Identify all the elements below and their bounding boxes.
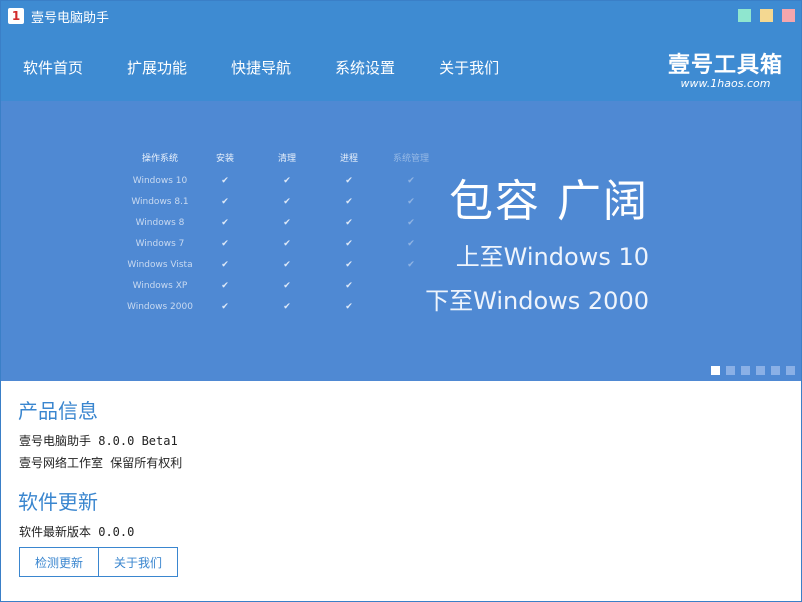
table-header-sysmgmt: 系统管理 bbox=[392, 154, 429, 164]
nav-item-shortcuts[interactable]: 快捷导航 bbox=[231, 57, 291, 78]
check-icon: ✔ bbox=[407, 238, 415, 249]
product-copyright: 壹号网络工作室 保留所有权利 bbox=[19, 456, 183, 470]
table-row: Windows XP ✔ ✔ ✔ bbox=[126, 275, 442, 296]
check-icon: ✔ bbox=[283, 301, 291, 312]
update-buttons: 检测更新 关于我们 bbox=[19, 547, 178, 577]
about-us-button[interactable]: 关于我们 bbox=[99, 547, 178, 577]
close-button[interactable] bbox=[782, 9, 795, 22]
table-header-process: 进程 bbox=[339, 154, 358, 164]
table-header-clean: 清理 bbox=[277, 154, 296, 164]
check-icon: ✔ bbox=[221, 301, 229, 312]
product-version: 壹号电脑助手 8.0.0 Beta1 bbox=[19, 434, 178, 448]
window-title: 壹号电脑助手 bbox=[31, 11, 110, 26]
table-row: Windows Vista ✔ ✔ ✔ ✔ bbox=[126, 254, 442, 275]
check-icon: ✔ bbox=[221, 175, 229, 186]
check-icon: ✔ bbox=[407, 217, 415, 228]
os-name: Windows Vista bbox=[127, 259, 193, 270]
check-icon: ✔ bbox=[221, 196, 229, 207]
check-icon: ✔ bbox=[345, 280, 353, 291]
check-update-button[interactable]: 检测更新 bbox=[19, 547, 99, 577]
os-name: Windows 8.1 bbox=[131, 196, 189, 207]
carousel-dot-6[interactable] bbox=[786, 366, 795, 375]
check-icon: ✔ bbox=[345, 238, 353, 249]
check-icon: ✔ bbox=[283, 259, 291, 270]
nav-item-about[interactable]: 关于我们 bbox=[439, 57, 499, 78]
main-nav: 软件首页 扩展功能 快捷导航 系统设置 关于我们 bbox=[1, 57, 521, 78]
check-icon: ✔ bbox=[345, 259, 353, 270]
os-name: Windows 8 bbox=[135, 217, 185, 228]
os-name: Windows 2000 bbox=[127, 301, 193, 312]
banner-headline: 包容 广阔 bbox=[449, 176, 649, 227]
check-icon: ✔ bbox=[221, 259, 229, 270]
carousel-dot-1[interactable] bbox=[711, 366, 720, 375]
banner-line-1: 上至Windows 10 bbox=[455, 243, 649, 271]
brand-name: 壹号工具箱 bbox=[667, 53, 783, 78]
check-icon: ✔ bbox=[283, 217, 291, 228]
os-name: Windows 7 bbox=[135, 238, 185, 249]
app-icon: 1 bbox=[8, 8, 24, 24]
check-icon: ✔ bbox=[283, 175, 291, 186]
carousel-dot-5[interactable] bbox=[771, 366, 780, 375]
banner-line-2: 下至Windows 2000 bbox=[425, 287, 649, 315]
check-icon: ✔ bbox=[283, 196, 291, 207]
table-header-install: 安装 bbox=[215, 154, 234, 164]
nav-item-settings[interactable]: 系统设置 bbox=[335, 57, 395, 78]
check-icon: ✔ bbox=[407, 175, 415, 186]
check-icon: ✔ bbox=[345, 217, 353, 228]
check-icon: ✔ bbox=[407, 196, 415, 207]
check-icon: ✔ bbox=[407, 259, 415, 270]
check-icon: ✔ bbox=[345, 175, 353, 186]
table-row: Windows 10 ✔ ✔ ✔ ✔ bbox=[126, 170, 442, 191]
product-info-heading: 产品信息 bbox=[18, 399, 98, 423]
latest-version: 软件最新版本 0.0.0 bbox=[19, 525, 135, 539]
check-icon: ✔ bbox=[221, 280, 229, 291]
brand-subtitle: www.1haos.com bbox=[680, 77, 771, 90]
carousel-dot-2[interactable] bbox=[726, 366, 735, 375]
check-icon: ✔ bbox=[221, 238, 229, 249]
carousel-indicators bbox=[705, 366, 795, 375]
compatibility-table: 操作系统 安装 清理 进程 系统管理 Windows 10 ✔ ✔ ✔ ✔ Wi… bbox=[126, 151, 442, 317]
nav-item-home[interactable]: 软件首页 bbox=[23, 57, 83, 78]
carousel-dot-4[interactable] bbox=[756, 366, 765, 375]
brand-logo: 壹号工具箱 www.1haos.com bbox=[668, 47, 783, 90]
update-heading: 软件更新 bbox=[18, 490, 98, 514]
check-icon: ✔ bbox=[283, 238, 291, 249]
os-name: Windows XP bbox=[132, 280, 188, 291]
table-row: Windows 7 ✔ ✔ ✔ ✔ bbox=[126, 233, 442, 254]
minimize-button[interactable] bbox=[738, 9, 751, 22]
promo-banner: 操作系统 安装 清理 进程 系统管理 Windows 10 ✔ ✔ ✔ ✔ Wi… bbox=[1, 101, 801, 381]
header: 1 壹号电脑助手 软件首页 扩展功能 快捷导航 系统设置 关于我们 壹号工具箱 … bbox=[1, 1, 801, 101]
table-row: Windows 8 ✔ ✔ ✔ ✔ bbox=[126, 212, 442, 233]
info-panel: 产品信息 壹号电脑助手 8.0.0 Beta1 壹号网络工作室 保留所有权利 软… bbox=[1, 381, 801, 601]
check-icon: ✔ bbox=[345, 301, 353, 312]
table-row: Windows 2000 ✔ ✔ ✔ bbox=[126, 296, 442, 317]
check-icon: ✔ bbox=[221, 217, 229, 228]
maximize-button[interactable] bbox=[760, 9, 773, 22]
os-name: Windows 10 bbox=[132, 175, 188, 186]
table-row: Windows 8.1 ✔ ✔ ✔ ✔ bbox=[126, 191, 442, 212]
check-icon: ✔ bbox=[345, 196, 353, 207]
app-window: 1 壹号电脑助手 软件首页 扩展功能 快捷导航 系统设置 关于我们 壹号工具箱 … bbox=[0, 0, 802, 602]
check-icon: ✔ bbox=[283, 280, 291, 291]
carousel-dot-3[interactable] bbox=[741, 366, 750, 375]
nav-item-extensions[interactable]: 扩展功能 bbox=[127, 57, 187, 78]
table-header-os: 操作系统 bbox=[141, 154, 178, 164]
